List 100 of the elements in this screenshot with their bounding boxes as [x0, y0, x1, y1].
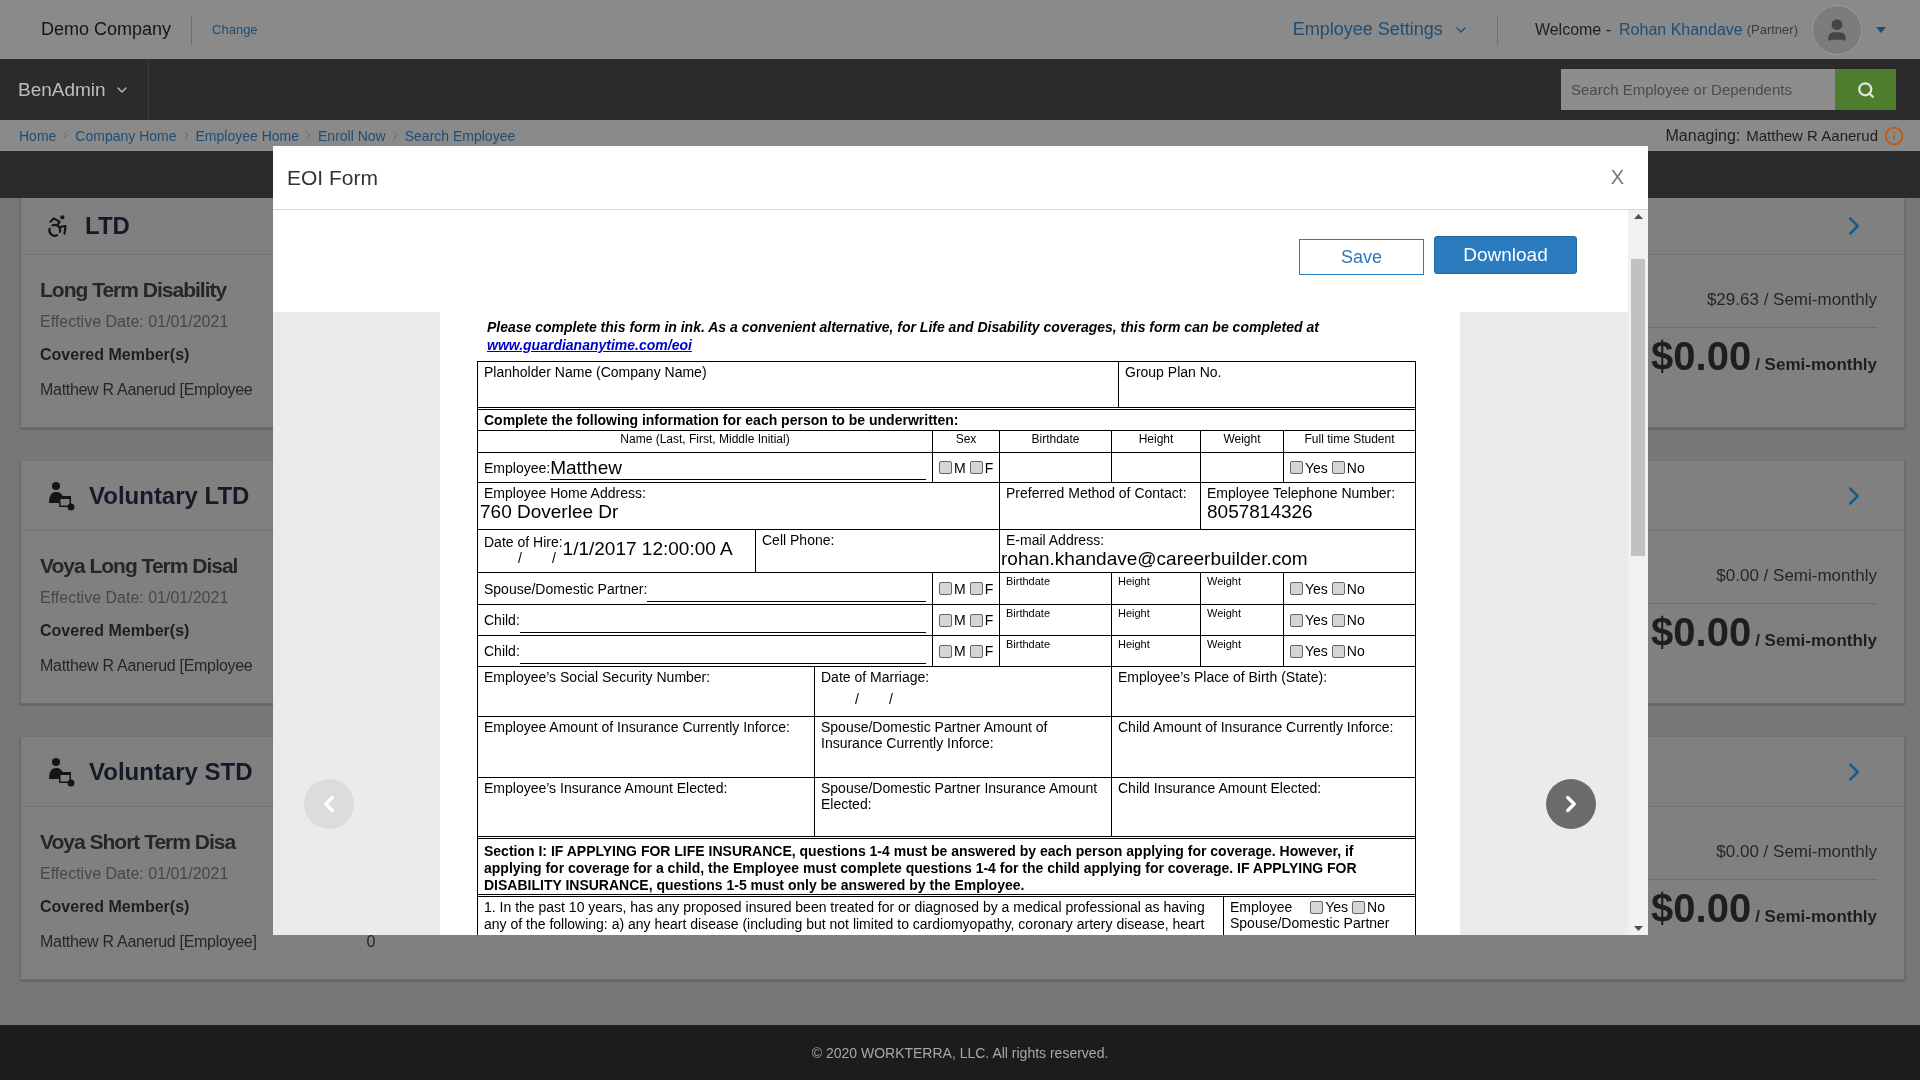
section-heading: Section I: IF APPLYING FOR LIFE INSURANCE, questions 1-4 must be answered by each person applying for coverage. However, if applying for coverage for a child, the Employee must complete questions 1-4 for the child applying for coverage. IF APPLYING FOR DISABILITY INSURANCE, questions 1-5 must only be answered by the Employee.	[484, 843, 1358, 894]
field-label: E-mail Address:	[1005, 532, 1105, 548]
checkbox-label: Yes	[1305, 643, 1328, 659]
managing-label: Managing:	[1665, 126, 1741, 145]
members-heading: Covered Member(s)	[40, 897, 191, 917]
close-button[interactable]: X	[1604, 165, 1630, 190]
checkbox-label: F	[984, 643, 994, 659]
settings-menu[interactable]: Employee Settings	[1292, 19, 1469, 40]
avatar[interactable]	[1812, 4, 1862, 55]
field-label: Employee Amount of Insurance Currently Inforce:	[484, 719, 790, 735]
contribution-amount: $0.00	[1651, 610, 1752, 655]
checkbox-label: Yes	[1305, 459, 1328, 476]
field-label: Height	[1118, 607, 1150, 620]
checkbox[interactable]	[969, 644, 983, 658]
breadcrumb-link[interactable]: Search Employee	[404, 127, 516, 144]
field-label: Child Insurance Amount Elected:	[1118, 780, 1322, 796]
field-label: Spouse/Domestic Partner Amount of Insurance Currently Inforce:	[821, 719, 1049, 751]
date-separator: /	[855, 691, 859, 707]
column-header: Full time Student	[1304, 433, 1395, 446]
next-page-button[interactable]	[1546, 779, 1596, 829]
search-button[interactable]	[1835, 69, 1896, 110]
column-header: Name (Last, First, Middle Initial)	[620, 433, 790, 446]
column-header: Sex	[955, 433, 977, 446]
checkbox-label: F	[984, 612, 994, 628]
answer-person: Employee	[1230, 899, 1293, 915]
member-name: Matthew R Aanerud [Employee	[40, 380, 253, 400]
modal-title: EOI Form	[287, 165, 378, 190]
date-separator: /	[518, 550, 522, 566]
caret-icon[interactable]	[1876, 26, 1886, 33]
plan-category: Voluntary LTD	[89, 481, 250, 510]
checkbox-label: No	[1346, 459, 1365, 476]
checkbox[interactable]	[939, 582, 952, 595]
breadcrumb-link[interactable]: Company Home	[75, 127, 177, 144]
field-label: Cell Phone:	[762, 532, 835, 548]
field-label: Employee’s Place of Birth (State):	[1118, 669, 1328, 685]
field-value: Matthew	[550, 457, 622, 479]
field-label: Weight	[1207, 575, 1242, 588]
field-label: Child:	[484, 643, 520, 659]
scroll-down-icon[interactable]	[1633, 926, 1643, 931]
field-value: 8057814326	[1207, 501, 1313, 523]
form-intro: Please complete this form in ink. As a convenient alternative, for Life and Disability coverages, this form can be completed at	[487, 318, 1321, 337]
checkbox[interactable]	[1290, 644, 1303, 658]
field-label: Employee:	[484, 459, 551, 476]
checkbox[interactable]	[969, 613, 983, 627]
field-label: Group Plan No.	[1125, 364, 1222, 380]
checkbox[interactable]	[969, 461, 983, 474]
save-button[interactable]: Save	[1299, 239, 1424, 275]
company-name: Demo Company	[41, 19, 172, 40]
checkbox-label: No	[1367, 899, 1385, 915]
checkbox[interactable]	[939, 613, 952, 627]
form-link[interactable]: www.guardiananytime.com/eoi	[487, 337, 692, 353]
search-field[interactable]: Search Employee or Dependents	[1561, 69, 1835, 110]
checkbox[interactable]	[1331, 613, 1345, 627]
field-label: Child Amount of Insurance Currently Inforce:	[1118, 719, 1394, 735]
checkbox[interactable]	[1331, 582, 1345, 595]
members-heading: Covered Member(s)	[40, 621, 191, 641]
checkbox[interactable]	[1310, 900, 1324, 914]
checkbox[interactable]	[1290, 613, 1303, 627]
field-label: Employee’s Insurance Amount Elected:	[484, 780, 728, 796]
column-header: Height	[1138, 433, 1174, 446]
checkbox[interactable]	[939, 644, 952, 658]
field-label: Height	[1118, 575, 1150, 588]
copyright-text: © 2020 WORKTERRA, LLC. All rights reserved.	[811, 1044, 1109, 1061]
field-label: Preferred Method of Contact:	[1006, 485, 1187, 501]
checkbox-label: M	[954, 643, 966, 659]
checkbox[interactable]	[1331, 644, 1345, 658]
contribution-period: / Semi-monthly	[1755, 907, 1877, 927]
change-link[interactable]: Change	[212, 22, 258, 37]
breadcrumb-link[interactable]: Employee Home	[195, 127, 299, 144]
checkbox-label: F	[984, 580, 994, 597]
scroll-up-icon[interactable]	[1633, 214, 1643, 219]
checkbox[interactable]	[1331, 461, 1345, 474]
checkbox[interactable]	[1290, 582, 1303, 595]
contribution-period: / Semi-monthly	[1755, 355, 1877, 375]
checkbox[interactable]	[1290, 461, 1303, 474]
checkbox[interactable]	[969, 582, 983, 595]
scrollbar[interactable]	[1628, 210, 1648, 935]
breadcrumb-link[interactable]: Home	[19, 127, 57, 144]
download-button[interactable]: Download	[1434, 236, 1577, 274]
member-name: Matthew R Aanerud [Employee	[40, 656, 253, 676]
field-label: Spouse/Domestic Partner:	[484, 580, 648, 597]
member-value: 0	[366, 932, 376, 952]
contribution-amount: $0.00	[1651, 886, 1752, 931]
user-name[interactable]: Rohan Khandave	[1619, 20, 1743, 39]
premium-text: $0.00 / Semi-monthly	[1716, 565, 1877, 587]
premium-text: $0.00 / Semi-monthly	[1716, 841, 1877, 863]
managing-name: Matthew R Aanerud	[1746, 127, 1878, 144]
member-name: Matthew R Aanerud [Employee]	[40, 932, 257, 952]
effective-date: Effective Date: 01/01/2021	[40, 864, 230, 884]
field-value: 760 Doverlee Dr	[480, 501, 619, 523]
field-label: Planholder Name (Company Name)	[484, 364, 707, 380]
checkbox[interactable]	[1352, 900, 1366, 914]
premium-text: $29.63 / Semi-monthly	[1706, 289, 1877, 311]
search-icon	[1856, 80, 1875, 99]
breadcrumb-link[interactable]: Enroll Now	[318, 127, 386, 144]
checkbox[interactable]	[939, 461, 952, 474]
effective-date: Effective Date: 01/01/2021	[40, 588, 230, 608]
contribution-amount: $0.00	[1651, 334, 1752, 379]
checkbox-label: F	[984, 459, 994, 476]
scroll-thumb[interactable]	[1631, 259, 1645, 556]
